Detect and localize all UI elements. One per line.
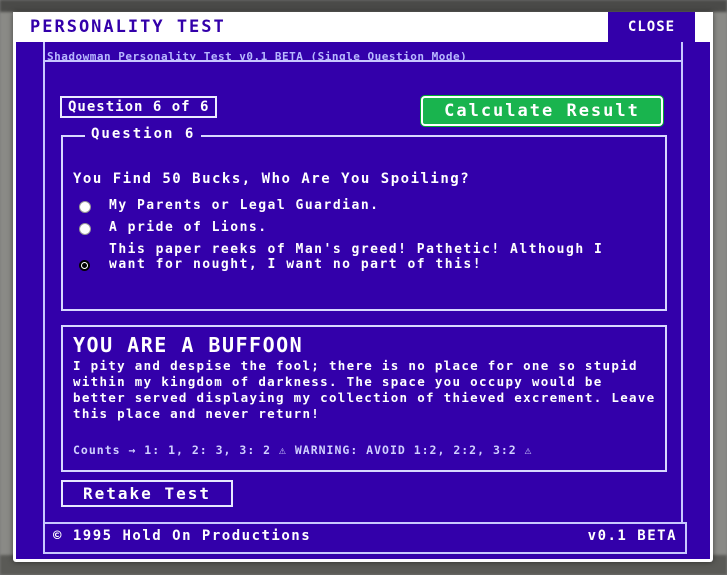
- option-2-radio[interactable]: [79, 223, 91, 235]
- test-panel: Shadowman Personality Test v0.1 BETA (Si…: [16, 42, 710, 559]
- question-fieldset: Question 6 You Find 50 Bucks, Who Are Yo…: [61, 126, 667, 311]
- option-3-radio-selected[interactable]: [79, 260, 90, 271]
- result-description: I pity and despise the fool; there is no…: [73, 358, 656, 421]
- option-1-radio[interactable]: [79, 201, 91, 213]
- option-2-label[interactable]: A pride of Lions.: [109, 220, 629, 235]
- footer-bar: © 1995 Hold On Productions v0.1 BETA: [43, 522, 687, 554]
- calculate-result-button[interactable]: Calculate Result: [421, 96, 663, 126]
- result-box: YOU ARE A BUFFOON I pity and despise the…: [61, 325, 667, 472]
- modal-titlebar: PERSONALITY TEST CLOSE: [13, 12, 713, 46]
- option-1-label[interactable]: My Parents or Legal Guardian.: [109, 198, 629, 213]
- question-legend: Question 6: [85, 126, 202, 142]
- question-text: You Find 50 Bucks, Who Are You Spoiling?: [73, 171, 471, 187]
- result-title: YOU ARE A BUFFOON: [73, 333, 304, 357]
- background-header-strip: [0, 0, 727, 12]
- modal-title: PERSONALITY TEST: [30, 17, 226, 37]
- close-button[interactable]: CLOSE: [608, 12, 695, 42]
- retake-test-button[interactable]: Retake Test: [61, 480, 233, 507]
- personality-test-modal: PERSONALITY TEST CLOSE Shadowman Persona…: [13, 12, 713, 562]
- option-3-label[interactable]: This paper reeks of Man's greed! Patheti…: [109, 242, 629, 272]
- subtitle-divider: [43, 60, 683, 62]
- question-counter: Question 6 of 6: [60, 96, 218, 118]
- copyright-text: © 1995 Hold On Productions: [53, 528, 312, 544]
- version-text: v0.1 BETA: [587, 528, 677, 544]
- result-counts: Counts → 1: 1, 2: 3, 3: 2 ⚠ WARNING: AVO…: [73, 443, 533, 457]
